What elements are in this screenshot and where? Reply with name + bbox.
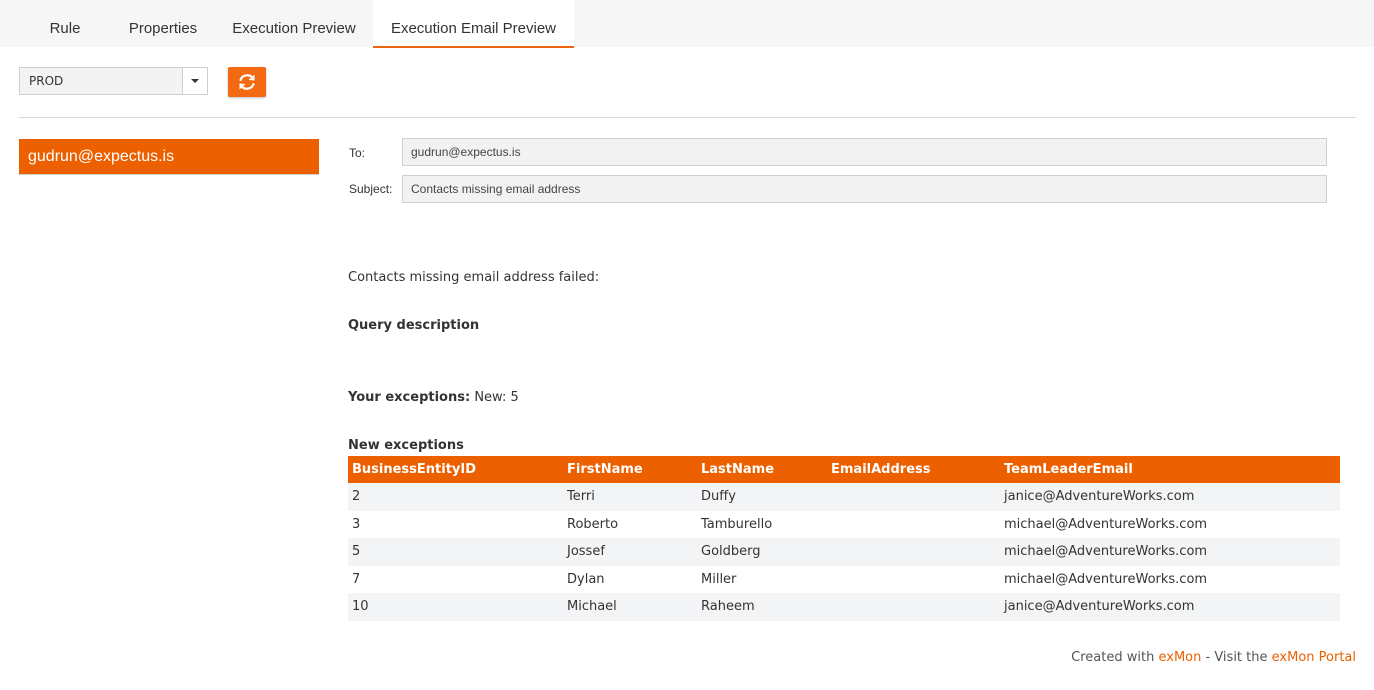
table-cell: 2	[348, 483, 563, 511]
exceptions-table: BusinessEntityID FirstName LastName Emai…	[348, 456, 1340, 621]
footer: Created with exMon - Visit the exMon Por…	[1071, 650, 1356, 665]
tab-rule[interactable]: Rule	[34, 0, 96, 48]
table-cell	[827, 538, 1000, 566]
column-header: EmailAddress	[827, 456, 1000, 483]
table-cell	[827, 593, 1000, 621]
table-cell: janice@AdventureWorks.com	[1000, 483, 1340, 511]
email-intro: Contacts missing email address failed:	[348, 270, 600, 285]
table-cell: Raheem	[697, 593, 827, 621]
table-cell: Miller	[697, 565, 827, 593]
table-cell: michael@AdventureWorks.com	[1000, 510, 1340, 538]
table-row: 3 Roberto Tamburello michael@AdventureWo…	[348, 510, 1340, 538]
table-cell: 3	[348, 510, 563, 538]
environment-value: PROD	[29, 74, 64, 88]
table-cell: Goldberg	[697, 538, 827, 566]
exceptions-label: Your exceptions:	[348, 390, 471, 405]
table-cell	[827, 510, 1000, 538]
to-field[interactable]: gudrun@expectus.is	[402, 138, 1327, 166]
subject-field[interactable]: Contacts missing email address	[402, 175, 1327, 203]
table-cell: 10	[348, 593, 563, 621]
recipient-item[interactable]: gudrun@expectus.is	[19, 139, 319, 175]
to-label: To:	[349, 146, 366, 160]
table-cell: Dylan	[563, 565, 697, 593]
table-cell: michael@AdventureWorks.com	[1000, 538, 1340, 566]
tab-execution-preview[interactable]: Execution Preview	[218, 0, 370, 48]
environment-select[interactable]: PROD	[19, 67, 208, 95]
table-cell	[827, 483, 1000, 511]
column-header: BusinessEntityID	[348, 456, 563, 483]
subject-label: Subject:	[349, 182, 393, 196]
table-cell: 7	[348, 565, 563, 593]
refresh-button[interactable]	[228, 67, 266, 97]
exceptions-count: New: 5	[474, 390, 519, 405]
new-exceptions-heading: New exceptions	[348, 438, 464, 453]
exmon-link[interactable]: exMon	[1158, 650, 1201, 665]
table-cell: Roberto	[563, 510, 697, 538]
exceptions-summary: Your exceptions: New: 5	[348, 390, 519, 405]
table-cell: Duffy	[697, 483, 827, 511]
table-row: 10 Michael Raheem janice@AdventureWorks.…	[348, 593, 1340, 621]
table-cell: Michael	[563, 593, 697, 621]
table-cell: janice@AdventureWorks.com	[1000, 593, 1340, 621]
table-cell: Terri	[563, 483, 697, 511]
table-row: 5 Jossef Goldberg michael@AdventureWorks…	[348, 538, 1340, 566]
tab-execution-email-preview[interactable]: Execution Email Preview	[373, 0, 574, 48]
column-header: LastName	[697, 456, 827, 483]
footer-created-with: Created with	[1071, 650, 1155, 665]
table-row: 2 Terri Duffy janice@AdventureWorks.com	[348, 483, 1340, 511]
exmon-portal-link[interactable]: exMon Portal	[1272, 650, 1356, 665]
table-cell: Tamburello	[697, 510, 827, 538]
chevron-down-icon[interactable]	[182, 68, 207, 94]
table-cell	[827, 565, 1000, 593]
column-header: TeamLeaderEmail	[1000, 456, 1340, 483]
tab-bar: Rule Properties Execution Preview Execut…	[0, 0, 1374, 48]
divider	[19, 117, 1356, 118]
column-header: FirstName	[563, 456, 697, 483]
query-description-heading: Query description	[348, 318, 480, 333]
refresh-icon	[239, 74, 255, 90]
table-cell: Jossef	[563, 538, 697, 566]
table-row: 7 Dylan Miller michael@AdventureWorks.co…	[348, 565, 1340, 593]
tab-properties[interactable]: Properties	[112, 0, 214, 48]
table-cell: 5	[348, 538, 563, 566]
table-header-row: BusinessEntityID FirstName LastName Emai…	[348, 456, 1340, 483]
footer-visit: - Visit the	[1205, 650, 1268, 665]
table-cell: michael@AdventureWorks.com	[1000, 565, 1340, 593]
